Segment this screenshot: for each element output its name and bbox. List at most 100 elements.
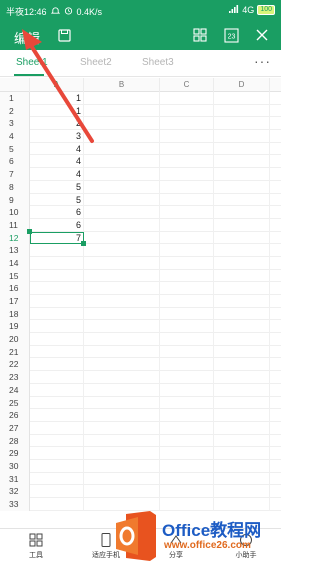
cell-c[interactable]: [160, 130, 214, 143]
cell-b[interactable]: [84, 307, 160, 321]
cell-b[interactable]: [84, 282, 160, 295]
cell-a[interactable]: [30, 371, 84, 384]
cell-a[interactable]: [30, 409, 84, 422]
row-header[interactable]: 25: [0, 396, 30, 410]
cell-b[interactable]: [84, 104, 160, 118]
cell-c[interactable]: [160, 269, 214, 283]
cell-c[interactable]: [160, 307, 214, 321]
cell-a[interactable]: [30, 396, 84, 410]
cell-a[interactable]: [30, 434, 84, 448]
cell-a[interactable]: 1: [30, 92, 84, 105]
cell-b[interactable]: [84, 498, 160, 511]
cell-b[interactable]: [84, 396, 160, 410]
cell-b[interactable]: [84, 421, 160, 435]
row-header[interactable]: 2: [0, 104, 30, 118]
cell-d[interactable]: [214, 485, 270, 498]
cell-d[interactable]: [214, 180, 270, 194]
cell-c[interactable]: [160, 345, 214, 359]
cell-c[interactable]: [160, 231, 214, 245]
cell-c[interactable]: [160, 180, 214, 194]
cell-c[interactable]: [160, 295, 214, 308]
cell-c[interactable]: [160, 142, 214, 156]
cell-b[interactable]: [84, 459, 160, 473]
row-header[interactable]: 29: [0, 447, 30, 460]
cell-a[interactable]: [30, 345, 84, 359]
cell-a[interactable]: [30, 244, 84, 257]
row-header[interactable]: 31: [0, 472, 30, 486]
cell-a[interactable]: [30, 447, 84, 460]
cell-a[interactable]: [30, 459, 84, 473]
cell-b[interactable]: [84, 358, 160, 372]
row-header[interactable]: 18: [0, 307, 30, 321]
cell-b[interactable]: [84, 333, 160, 346]
spreadsheet-grid[interactable]: A B C D 1 1 2 1 3 2 4 3 5 4 6 4 7 4 8 5 9 5 10 6 11 6 12 7 13 14 1…: [0, 78, 281, 528]
cell-b[interactable]: [84, 180, 160, 194]
cell-c[interactable]: [160, 434, 214, 448]
cell-b[interactable]: [84, 383, 160, 397]
cell-a[interactable]: 6: [30, 218, 84, 232]
cell-d[interactable]: [214, 345, 270, 359]
cell-b[interactable]: [84, 92, 160, 105]
cell-d[interactable]: [214, 206, 270, 219]
cell-c[interactable]: [160, 193, 214, 207]
tab-sheet1[interactable]: Sheet1: [16, 57, 48, 68]
cell-a[interactable]: [30, 383, 84, 397]
cell-b[interactable]: [84, 320, 160, 334]
row-header[interactable]: 12: [0, 231, 30, 245]
cell-d[interactable]: [214, 320, 270, 334]
cell-c[interactable]: [160, 485, 214, 498]
cell-a[interactable]: [30, 295, 84, 308]
cell-d[interactable]: [214, 333, 270, 346]
cell-d[interactable]: [214, 193, 270, 207]
row-header[interactable]: 20: [0, 333, 30, 346]
more-options-button[interactable]: ···: [254, 53, 271, 69]
cell-b[interactable]: [84, 371, 160, 384]
row-header[interactable]: 1: [0, 92, 30, 105]
column-header-c[interactable]: C: [160, 78, 214, 92]
row-header[interactable]: 8: [0, 180, 30, 194]
cell-d[interactable]: [214, 295, 270, 308]
selection-handle-top-left[interactable]: [27, 228, 32, 234]
cell-b[interactable]: [84, 168, 160, 181]
row-header[interactable]: 28: [0, 434, 30, 448]
tools-button[interactable]: 工具: [6, 532, 66, 560]
row-header[interactable]: 32: [0, 485, 30, 498]
cell-d[interactable]: [214, 383, 270, 397]
cell-c[interactable]: [160, 92, 214, 105]
cell-c[interactable]: [160, 459, 214, 473]
cell-c[interactable]: [160, 218, 214, 232]
cell-a[interactable]: 1: [30, 104, 84, 118]
row-header[interactable]: 7: [0, 168, 30, 181]
cell-d[interactable]: [214, 358, 270, 372]
cell-c[interactable]: [160, 409, 214, 422]
row-header[interactable]: 21: [0, 345, 30, 359]
sheet-count-icon[interactable]: 23: [222, 26, 240, 44]
corner-cell[interactable]: [0, 78, 30, 92]
cell-a[interactable]: 2: [30, 117, 84, 131]
cell-c[interactable]: [160, 358, 214, 372]
cell-b[interactable]: [84, 206, 160, 219]
row-header[interactable]: 19: [0, 320, 30, 334]
cell-c[interactable]: [160, 206, 214, 219]
row-header[interactable]: 23: [0, 371, 30, 384]
row-header[interactable]: 11: [0, 218, 30, 232]
cell-b[interactable]: [84, 117, 160, 131]
cell-d[interactable]: [214, 371, 270, 384]
cell-b[interactable]: [84, 231, 160, 245]
cell-d[interactable]: [214, 92, 270, 105]
cell-a[interactable]: [30, 421, 84, 435]
cell-b[interactable]: [84, 218, 160, 232]
cell-d[interactable]: [214, 142, 270, 156]
cell-d[interactable]: [214, 104, 270, 118]
row-header[interactable]: 30: [0, 459, 30, 473]
close-icon[interactable]: [253, 26, 271, 44]
cell-c[interactable]: [160, 447, 214, 460]
cell-b[interactable]: [84, 485, 160, 498]
cell-b[interactable]: [84, 256, 160, 270]
cell-d[interactable]: [214, 459, 270, 473]
cell-a[interactable]: 5: [30, 193, 84, 207]
column-header-d[interactable]: D: [214, 78, 270, 92]
cell-c[interactable]: [160, 256, 214, 270]
cell-d[interactable]: [214, 269, 270, 283]
row-header[interactable]: 6: [0, 155, 30, 169]
